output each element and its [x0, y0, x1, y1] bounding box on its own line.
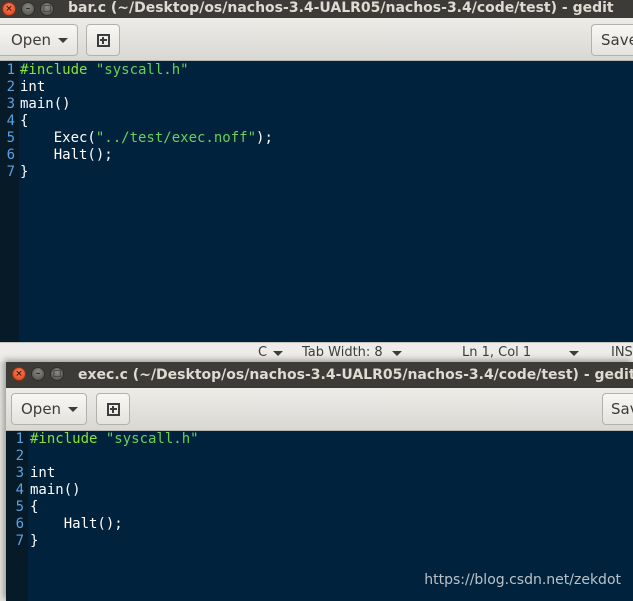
gedit-window-exec: × – □ exec.c (~/Desktop/os/nachos-3.4-UA… [6, 362, 633, 601]
code-text: #include "syscall.h" [30, 431, 199, 448]
line-number: 7 [6, 164, 15, 180]
new-tab-button[interactable] [86, 24, 120, 56]
open-button-label: Open [21, 400, 62, 418]
title-bar[interactable]: × – □ bar.c (~/Desktop/os/nachos-3.4-UAL… [0, 0, 633, 18]
save-button[interactable]: Save [602, 393, 633, 425]
header-bar: Open Save [6, 388, 633, 431]
code-token: "syscall.h" [95, 62, 189, 78]
line-number: 7 [15, 533, 24, 549]
status-bar: C Tab Width: 8 Ln 1, Col 1 INS [0, 342, 633, 362]
cursor-position[interactable]: Ln 1, Col 1 [462, 345, 531, 360]
line-number: 3 [15, 465, 24, 481]
code-text: #include "syscall.h" [20, 62, 189, 79]
code-text: main() [30, 482, 81, 499]
save-button-label: Save [601, 31, 633, 49]
code-token: main() [30, 482, 81, 498]
line-number: 5 [15, 499, 24, 515]
code-text: int [20, 79, 45, 96]
line-number: 4 [6, 113, 15, 129]
code-token: { [20, 113, 29, 129]
code-line[interactable]: 1 #include "syscall.h" [6, 431, 633, 448]
code-token: { [30, 499, 39, 515]
code-text: } [30, 533, 38, 550]
line-number: 1 [6, 62, 15, 78]
code-line[interactable]: 2 int [0, 79, 633, 96]
insert-mode-indicator: INS [611, 345, 633, 360]
code-line[interactable]: 7} [0, 164, 633, 181]
code-text: } [20, 164, 28, 181]
code-token: main() [20, 96, 71, 112]
line-number: 5 [6, 130, 15, 146]
chevron-down-icon [68, 407, 78, 412]
language-selector[interactable]: C [258, 345, 267, 360]
code-token: } [20, 164, 29, 180]
line-number: 6 [15, 516, 24, 532]
code-line[interactable]: 5 Exec("../test/exec.noff"); [0, 130, 633, 147]
code-text: Exec("../test/exec.noff"); [20, 130, 273, 147]
line-number: 4 [15, 482, 24, 498]
chevron-down-icon [273, 351, 283, 356]
new-tab-button[interactable] [96, 393, 130, 425]
code-line[interactable]: 4 main() [6, 482, 633, 499]
tab-width-selector[interactable]: Tab Width: 8 [302, 345, 383, 360]
code-token: Exec( [20, 130, 96, 146]
line-number: 2 [15, 448, 24, 464]
save-button-label: Save [611, 400, 633, 418]
code-line[interactable]: 1 #include "syscall.h" [0, 62, 633, 79]
code-text: Halt(); [30, 516, 123, 533]
code-token: int [30, 465, 56, 481]
window-title: bar.c (~/Desktop/os/nachos-3.4-UALR05/na… [68, 0, 614, 16]
code-line[interactable]: 3 main() [0, 96, 633, 113]
code-token: #include [30, 431, 106, 447]
close-window-icon[interactable]: × [12, 367, 26, 381]
code-token: Halt(); [30, 516, 123, 532]
close-window-icon[interactable]: × [2, 2, 16, 16]
header-bar: Open Save [0, 18, 633, 61]
new-tab-icon [107, 403, 120, 416]
chevron-down-icon [392, 351, 402, 356]
maximize-window-icon[interactable]: □ [40, 2, 54, 16]
code-text: { [30, 499, 38, 516]
code-token: } [30, 533, 39, 549]
code-text: main() [20, 96, 71, 113]
code-token: "../test/exec.noff" [95, 130, 257, 146]
new-tab-icon [97, 34, 110, 47]
line-number: 1 [15, 431, 24, 447]
code-text: { [20, 113, 28, 130]
code-line[interactable]: 7} [6, 533, 633, 550]
line-number: 6 [6, 147, 15, 163]
line-number: 2 [6, 79, 15, 95]
open-button[interactable]: Open [0, 24, 78, 56]
code-text: int [30, 465, 55, 482]
save-button[interactable]: Save [591, 24, 633, 56]
open-button[interactable]: Open [11, 393, 87, 425]
open-button-label: Open [11, 31, 52, 49]
minimize-window-icon[interactable]: – [21, 2, 35, 16]
code-text: Halt(); [20, 147, 113, 164]
gedit-window-bar: × – □ bar.c (~/Desktop/os/nachos-3.4-UAL… [0, 0, 633, 362]
code-line[interactable]: 6 Halt(); [6, 516, 633, 533]
minimize-window-icon[interactable]: – [31, 367, 45, 381]
code-token: #include [20, 62, 96, 78]
code-line[interactable]: 2 [6, 448, 633, 465]
code-line[interactable]: 6 Halt(); [0, 147, 633, 164]
chevron-down-icon [569, 351, 579, 356]
maximize-window-icon[interactable]: □ [50, 367, 64, 381]
watermark-text: https://blog.csdn.net/zekdot [424, 572, 621, 588]
code-editor[interactable]: 1 #include "syscall.h" 2 int 3 main() 4{5 Exec… [0, 61, 633, 342]
title-bar[interactable]: × – □ exec.c (~/Desktop/os/nachos-3.4-UA… [6, 362, 633, 388]
chevron-down-icon [58, 38, 68, 43]
code-token: "syscall.h" [105, 431, 199, 447]
line-number: 3 [6, 96, 15, 112]
code-token: int [20, 79, 46, 95]
code-line[interactable]: 5{ [6, 499, 633, 516]
code-token: Halt(); [20, 147, 113, 163]
code-token: ); [256, 130, 273, 146]
code-line[interactable]: 3 int [6, 465, 633, 482]
window-title: exec.c (~/Desktop/os/nachos-3.4-UALR05/n… [78, 367, 633, 383]
code-line[interactable]: 4{ [0, 113, 633, 130]
